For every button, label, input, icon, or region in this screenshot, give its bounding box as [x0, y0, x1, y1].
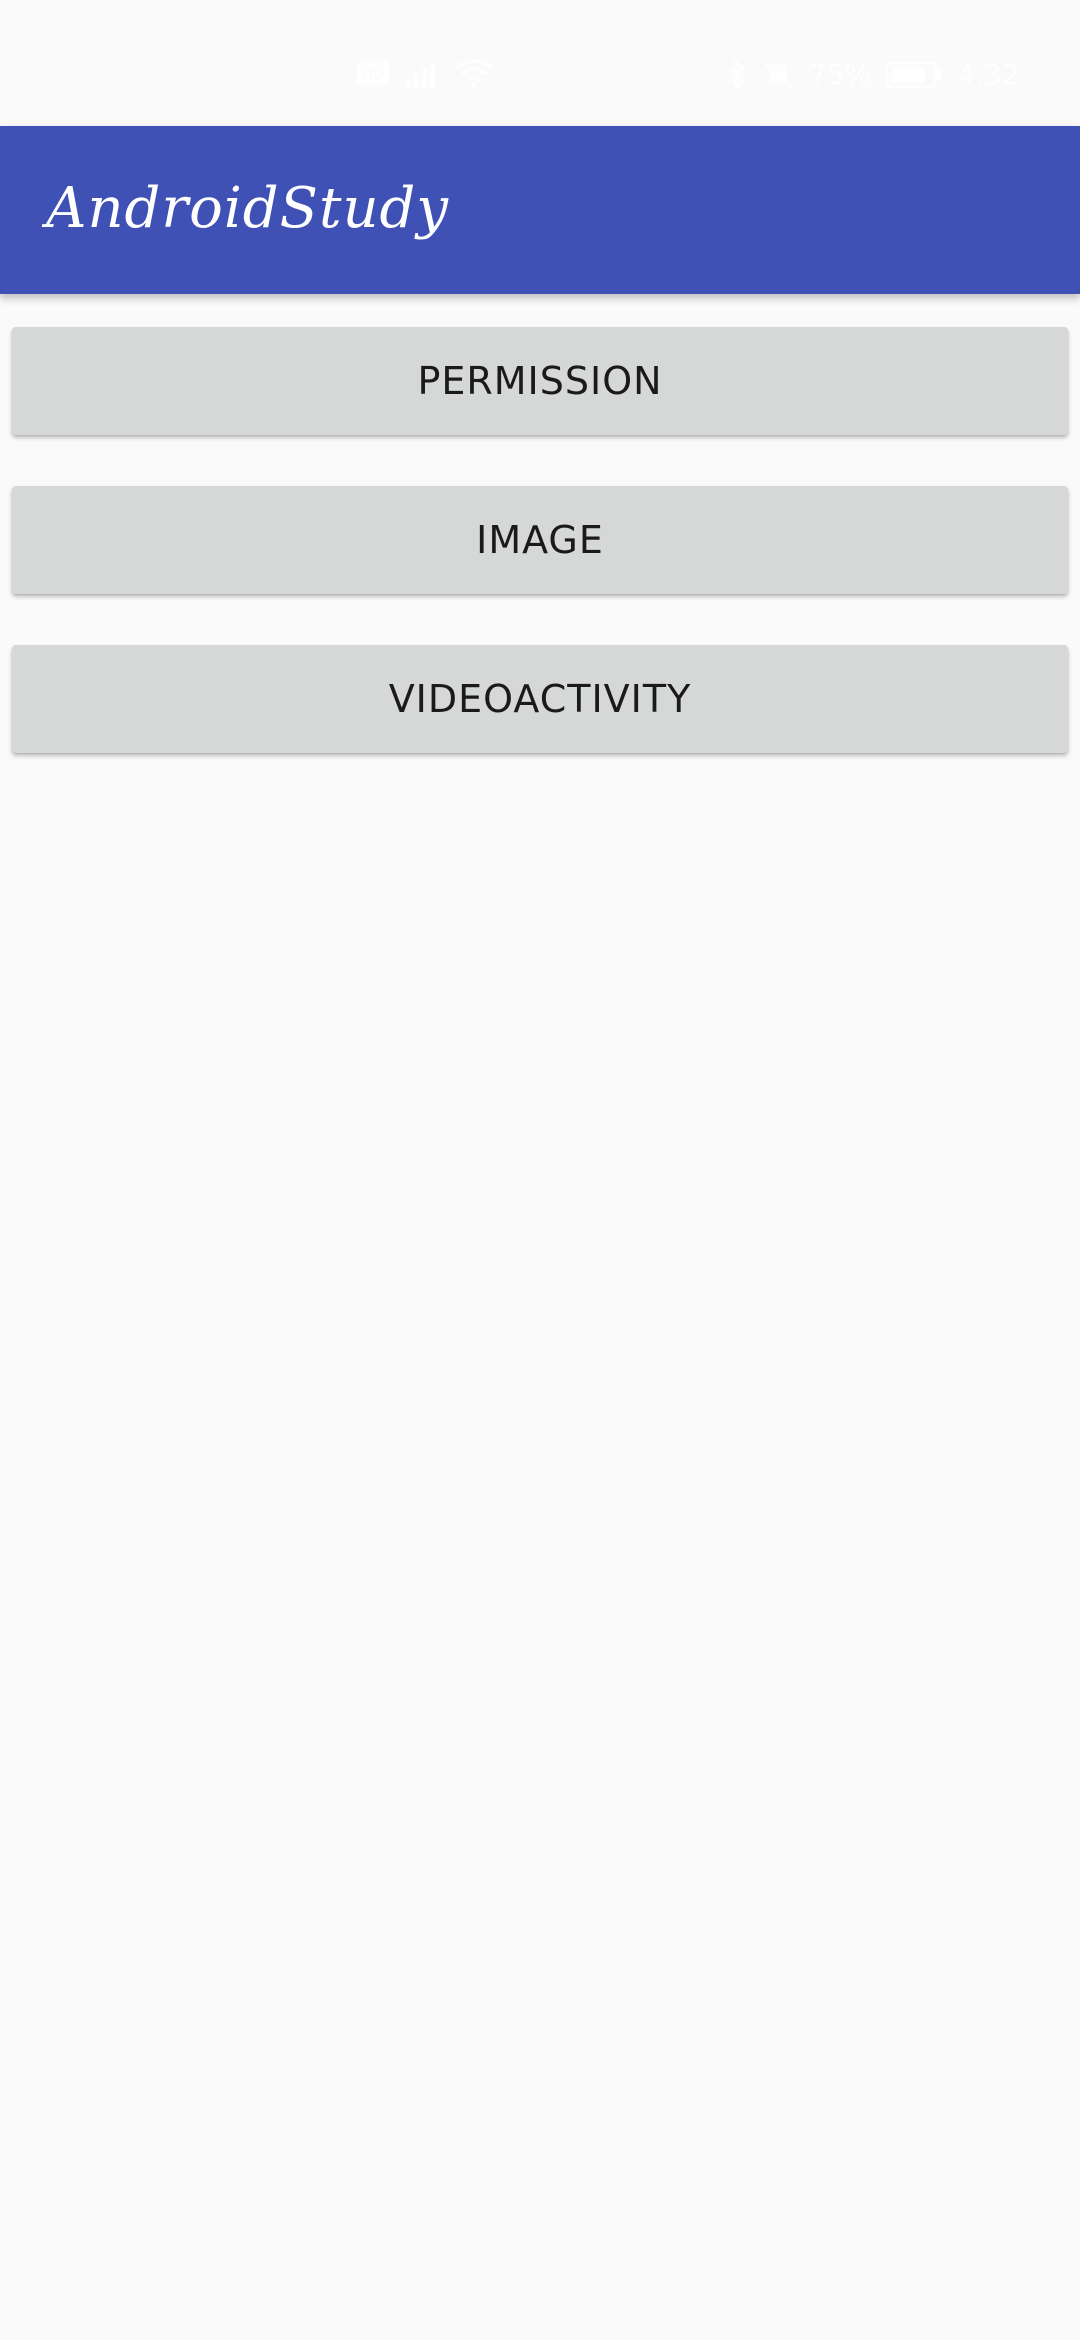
battery-percent: 75% — [808, 58, 872, 91]
videoactivity-button[interactable]: VIDEOACTIVITY — [12, 645, 1068, 753]
image-button-label: IMAGE — [476, 518, 604, 562]
app-title: AndroidStudy — [46, 176, 450, 241]
image-button[interactable]: IMAGE — [12, 486, 1068, 594]
videoactivity-button-label: VIDEOACTIVITY — [388, 677, 692, 721]
svg-text:HD: HD — [362, 67, 383, 83]
status-left-icons: HD — [356, 58, 494, 88]
signal-icon — [402, 58, 442, 88]
status-bar: HD 75% 4:32 — [0, 0, 1080, 126]
app-bar: AndroidStudy — [0, 126, 1080, 294]
battery-icon — [885, 60, 943, 90]
hd-icon: HD — [356, 59, 390, 87]
permission-button-label: PERMISSION — [417, 359, 663, 403]
permission-button[interactable]: PERMISSION — [12, 327, 1068, 435]
status-right-icons: 75% 4:32 — [725, 58, 1020, 91]
clock: 4:32 — [957, 58, 1020, 91]
bluetooth-icon — [725, 58, 747, 91]
wifi-icon — [454, 58, 494, 88]
mute-icon — [761, 59, 795, 91]
